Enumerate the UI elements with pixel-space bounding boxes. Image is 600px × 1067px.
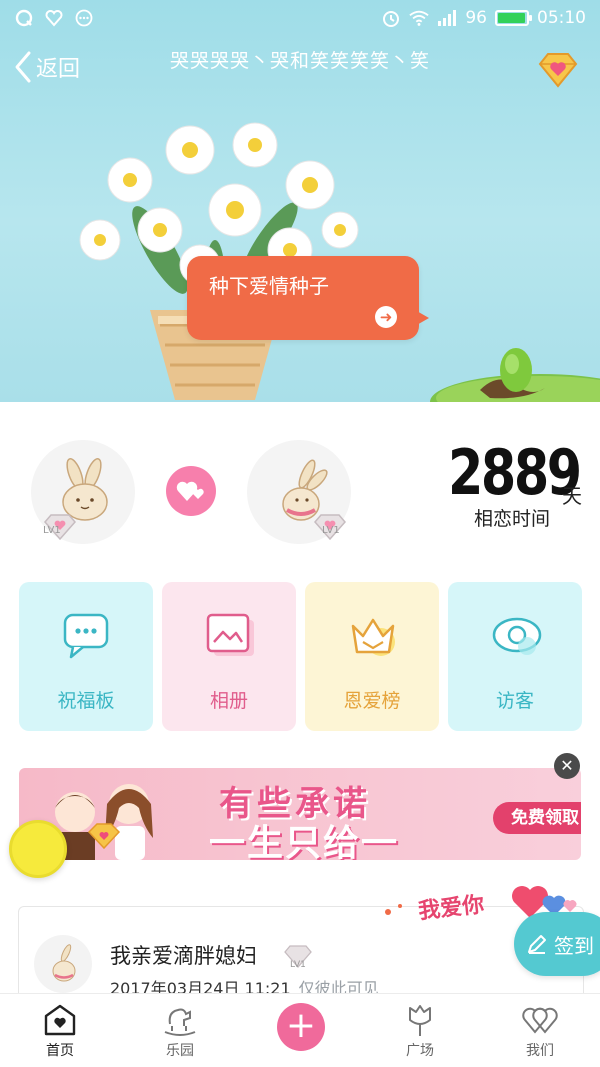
chat-bubble-icon bbox=[63, 613, 109, 659]
wifi-icon bbox=[409, 8, 430, 28]
interlocked-hearts-icon bbox=[522, 1007, 558, 1034]
close-icon[interactable]: ✕ bbox=[554, 753, 580, 779]
rocking-horse-icon bbox=[164, 1008, 196, 1036]
alarm-icon bbox=[381, 8, 401, 28]
flower-bouquet-image bbox=[79, 122, 359, 400]
tile-blessing-board[interactable]: 祝福板 bbox=[19, 582, 153, 731]
check-in-button[interactable]: 签到 bbox=[514, 912, 600, 976]
tile-label: 祝福板 bbox=[57, 690, 115, 712]
nav-square[interactable]: 广场 bbox=[360, 994, 480, 1067]
promo-banner[interactable]: 有些承诺 一生只给一 免费领取 bbox=[19, 768, 581, 860]
partner-avatar-left[interactable]: LV1 bbox=[31, 440, 135, 544]
more-circle-icon bbox=[74, 8, 94, 28]
heart-shield-icon bbox=[44, 8, 64, 28]
tile-love-ranking[interactable]: 恩爱榜 bbox=[305, 582, 439, 731]
check-in-label: 签到 bbox=[554, 933, 594, 958]
left-level-label: LV1 bbox=[43, 525, 61, 536]
app-root: 96 05:10 返回 哭哭哭哭丶哭和笑笑笑笑丶笑 种下爱情种子 ➜ LV1 L… bbox=[0, 0, 600, 1067]
post-author-name: 我亲爱滴胖媳妇 bbox=[110, 944, 257, 968]
clock: 05:10 bbox=[537, 8, 586, 28]
seed-bubble-text: 种下爱情种子 bbox=[209, 274, 329, 298]
nav-label: 广场 bbox=[406, 1043, 434, 1059]
post-author-avatar[interactable] bbox=[34, 935, 92, 993]
banner-subtitle: 一生只给一 bbox=[209, 823, 400, 860]
signal-icon bbox=[437, 8, 457, 28]
hero-banner: 96 05:10 返回 哭哭哭哭丶哭和笑笑笑笑丶笑 种下爱情种子 ➜ bbox=[0, 0, 600, 402]
floating-assistive-dot[interactable] bbox=[9, 820, 67, 878]
photo-album-icon bbox=[206, 613, 254, 656]
tile-photo-album[interactable]: 相册 bbox=[162, 582, 296, 731]
battery-level: 96 bbox=[465, 8, 487, 28]
love-seed-island-icon[interactable] bbox=[430, 340, 600, 402]
top-bar: 返回 哭哭哭哭丶哭和笑笑笑笑丶笑 bbox=[0, 40, 600, 96]
qq-icon bbox=[14, 8, 34, 28]
nav-paradise[interactable]: 乐园 bbox=[120, 994, 240, 1067]
nav-us[interactable]: 我们 bbox=[480, 994, 600, 1067]
nav-label: 乐园 bbox=[166, 1043, 194, 1059]
tulip-icon bbox=[409, 1005, 431, 1036]
tile-visitors[interactable]: 访客 bbox=[448, 582, 582, 731]
back-button[interactable]: 返回 bbox=[12, 50, 80, 84]
chevron-left-icon bbox=[15, 51, 31, 83]
plant-love-seed-button[interactable]: 种下爱情种子 ➜ bbox=[187, 256, 429, 340]
page-title: 哭哭哭哭丶哭和笑笑笑笑丶笑 bbox=[169, 50, 430, 72]
post-level-label: LV1 bbox=[290, 960, 306, 970]
back-label: 返回 bbox=[36, 57, 81, 82]
arrow-right-icon: ➜ bbox=[375, 306, 397, 328]
eye-icon bbox=[492, 617, 542, 655]
partner-avatar-right[interactable]: LV1 bbox=[247, 440, 351, 544]
battery-icon bbox=[495, 10, 532, 26]
tile-label: 相册 bbox=[209, 690, 248, 712]
diamond-heart-button[interactable] bbox=[536, 50, 580, 90]
add-button[interactable]: + bbox=[277, 1003, 325, 1051]
rabbit-avatar-icon bbox=[52, 944, 76, 982]
nav-label: 首页 bbox=[46, 1043, 74, 1059]
free-claim-button[interactable]: 免费领取 bbox=[493, 802, 581, 834]
pencil-icon bbox=[528, 935, 546, 954]
crown-icon bbox=[351, 618, 395, 656]
nav-label: 我们 bbox=[526, 1043, 554, 1059]
tile-label: 访客 bbox=[495, 690, 534, 712]
days-unit: 天 bbox=[562, 484, 582, 508]
love-sticker-text: 我爱你 bbox=[417, 892, 486, 925]
days-together-count: 2889 bbox=[448, 436, 582, 509]
home-heart-icon bbox=[44, 1004, 76, 1036]
couple-heart-icon bbox=[166, 466, 216, 516]
status-bar: 96 05:10 bbox=[0, 0, 600, 36]
diamond-heart-icon bbox=[538, 53, 578, 88]
days-together-label: 相恋时间 bbox=[474, 508, 551, 530]
right-level-label: LV1 bbox=[322, 525, 340, 536]
nav-home[interactable]: 首页 bbox=[0, 994, 120, 1067]
tile-label: 恩爱榜 bbox=[343, 690, 401, 712]
